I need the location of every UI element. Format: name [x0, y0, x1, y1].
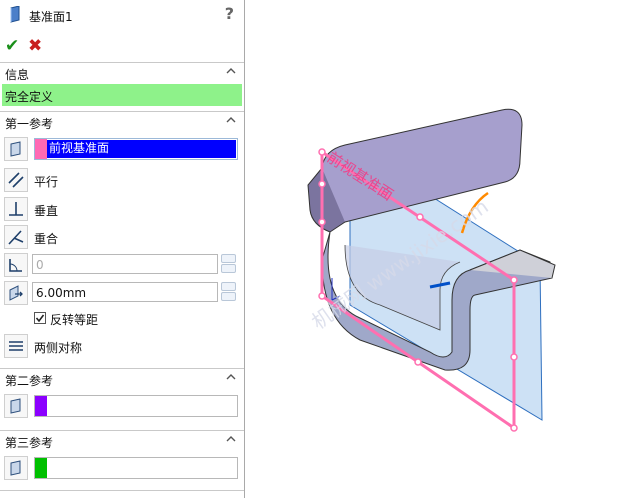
perpendicular-label: 垂直: [34, 204, 59, 218]
ok-cancel-row: ✔ ✖: [0, 36, 244, 58]
info-section-header[interactable]: 信息: [0, 62, 244, 83]
ok-button[interactable]: ✔: [5, 36, 19, 56]
symmetric-option[interactable]: 两侧对称: [0, 333, 244, 359]
distance-spinner[interactable]: [221, 282, 236, 302]
symmetric-label: 两侧对称: [34, 341, 83, 355]
graphics-viewport[interactable]: 前视基准面 机械网 www.jixie.com: [245, 0, 637, 498]
distance-row: 6.00mm: [0, 280, 244, 306]
second-reference-header[interactable]: 第二参考: [0, 368, 244, 389]
collapse-chevron-icon[interactable]: [226, 372, 236, 382]
first-reference-header[interactable]: 第一参考: [0, 111, 244, 132]
model-view[interactable]: 前视基准面 机械网 www.jixie.com: [245, 0, 637, 498]
flip-offset-row: 反转等距: [0, 308, 244, 334]
first-reference-selection-row: 前视基准面: [0, 136, 244, 162]
offset-distance-icon[interactable]: [4, 281, 28, 305]
parallel-label: 平行: [34, 175, 59, 189]
status-text: 完全定义: [5, 90, 54, 104]
reference-color-swatch: [35, 139, 47, 159]
distance-input[interactable]: 6.00mm: [32, 282, 218, 302]
angle-icon[interactable]: [4, 253, 28, 277]
third-reference-row: [0, 455, 244, 481]
reference-selection-icon: [4, 456, 28, 480]
first-reference-field[interactable]: 前视基准面: [34, 138, 238, 160]
panel-title: 基准面1: [29, 10, 73, 24]
collapse-chevron-icon[interactable]: [226, 115, 236, 125]
cancel-button[interactable]: ✖: [28, 36, 42, 56]
angle-spinner[interactable]: [221, 254, 236, 274]
status-message: 完全定义: [2, 84, 242, 106]
second-reference-field[interactable]: [34, 395, 238, 417]
angle-row: 0: [0, 252, 244, 278]
angle-value: 0: [36, 258, 44, 272]
third-reference-field[interactable]: [34, 457, 238, 479]
flip-offset-checkbox[interactable]: [34, 312, 46, 324]
parallel-icon[interactable]: [4, 168, 28, 192]
reference-selection-icon: [4, 394, 28, 418]
perpendicular-icon[interactable]: [4, 197, 28, 221]
third-reference-title: 第三参考: [5, 436, 54, 450]
options-section-header[interactable]: [0, 490, 244, 498]
angle-input[interactable]: 0: [32, 254, 218, 274]
flip-offset-label: 反转等距: [50, 313, 99, 327]
perpendicular-option[interactable]: 垂直: [0, 196, 244, 222]
collapse-chevron-icon[interactable]: [226, 434, 236, 444]
first-reference-selection[interactable]: 前视基准面: [47, 140, 236, 158]
coincident-icon[interactable]: [4, 225, 28, 249]
coincident-option[interactable]: 重合: [0, 224, 244, 250]
collapse-chevron-icon[interactable]: [226, 66, 236, 76]
third-reference-header[interactable]: 第三参考: [0, 430, 244, 451]
second-reference-title: 第二参考: [5, 374, 54, 388]
panel-titlebar: 基准面1 ?: [0, 0, 244, 30]
distance-value: 6.00mm: [36, 286, 87, 300]
property-manager-panel: 基准面1 ? ✔ ✖ 信息 完全定义 第一参考 前视基准面 平行 垂直 重合 0…: [0, 0, 245, 498]
help-button[interactable]: ?: [225, 4, 234, 23]
reference-color-swatch: [35, 458, 47, 478]
info-section-title: 信息: [5, 68, 30, 82]
reference-color-swatch: [35, 396, 47, 416]
first-reference-title: 第一参考: [5, 117, 54, 131]
symmetric-icon[interactable]: [4, 334, 28, 358]
reference-selection-icon: [4, 137, 28, 161]
plane-feature-icon: [10, 6, 20, 23]
parallel-option[interactable]: 平行: [0, 167, 244, 193]
second-reference-row: [0, 393, 244, 419]
coincident-label: 重合: [34, 232, 59, 246]
